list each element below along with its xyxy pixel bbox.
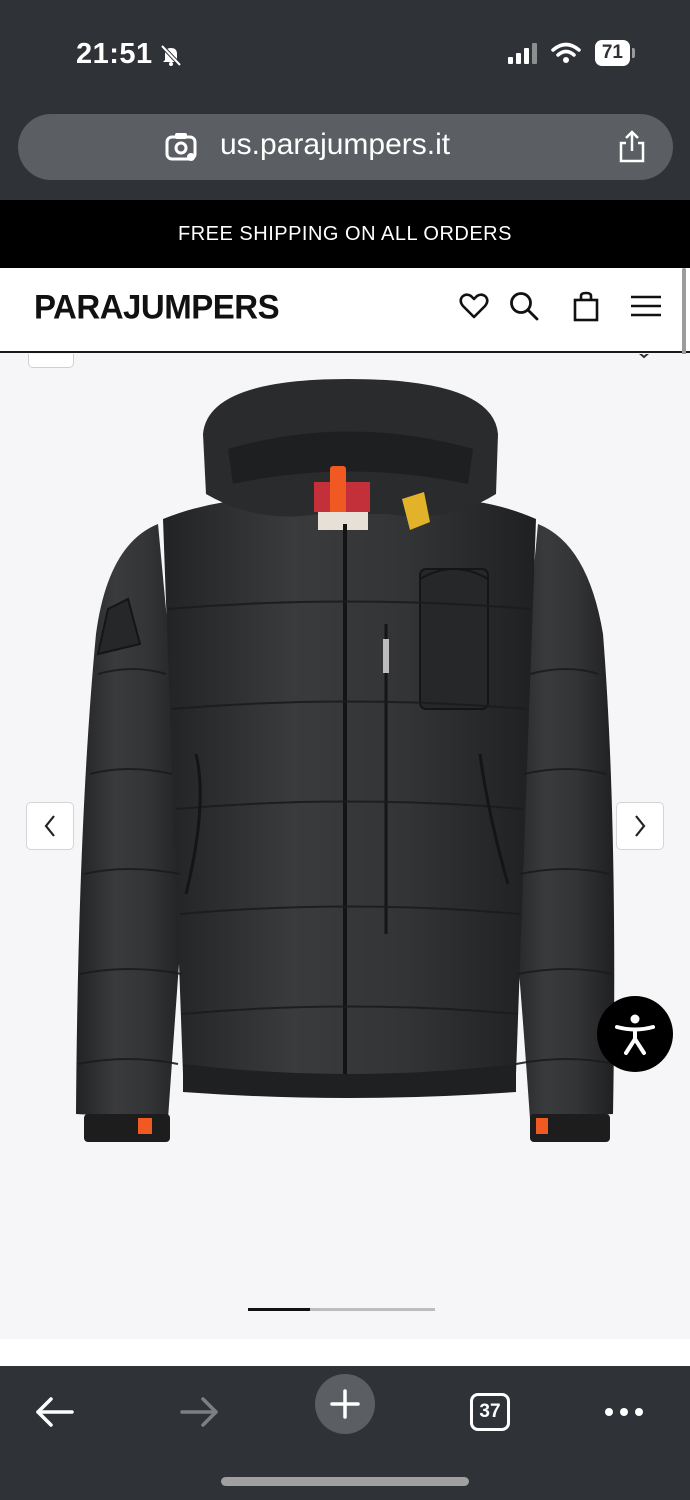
cellular-signal-icon [507, 42, 537, 64]
accessibility-icon [615, 1014, 655, 1055]
tabs-button[interactable]: 37 [460, 1382, 520, 1442]
site-header: PARAJUMPERS [0, 268, 690, 353]
search-icon[interactable] [508, 290, 540, 322]
accessibility-button[interactable] [597, 996, 673, 1072]
status-indicators: 71 [507, 40, 636, 66]
url-text[interactable]: us.parajumpers.it [220, 128, 450, 162]
product-gallery[interactable] [0, 354, 690, 1339]
site-settings-icon[interactable] [164, 130, 198, 164]
status-time: 21:51 [76, 38, 183, 71]
previous-image-button[interactable] [26, 802, 74, 850]
next-image-button[interactable] [616, 802, 664, 850]
arrow-left-icon [36, 1397, 74, 1427]
promo-text: FREE SHIPPING ON ALL ORDERS [178, 222, 512, 245]
content-below-gallery [0, 1339, 690, 1366]
share-icon[interactable] [617, 130, 647, 164]
time-text: 21:51 [76, 38, 153, 70]
menu-icon[interactable] [630, 290, 662, 322]
battery-icon: 71 [594, 40, 636, 66]
back-button[interactable] [24, 1382, 84, 1442]
address-bar[interactable]: us.parajumpers.it [18, 114, 673, 180]
chevron-right-icon [635, 815, 646, 837]
site-logo[interactable]: PARAJUMPERS [34, 287, 280, 327]
home-indicator[interactable] [221, 1477, 469, 1486]
more-dots-icon [605, 1408, 643, 1416]
new-tab-button[interactable] [315, 1374, 375, 1434]
tabs-count: 37 [470, 1393, 510, 1431]
product-image-jacket [76, 379, 615, 1142]
shopping-bag-icon[interactable] [570, 290, 602, 322]
heart-icon[interactable] [458, 290, 490, 322]
gallery-progress [248, 1308, 435, 1311]
promo-banner[interactable]: FREE SHIPPING ON ALL ORDERS [0, 200, 690, 268]
partial-control[interactable] [28, 354, 74, 368]
plus-icon [330, 1389, 360, 1419]
arrow-right-icon [180, 1397, 218, 1427]
wifi-icon [551, 42, 581, 63]
chevron-left-icon [44, 815, 55, 837]
browser-chrome: 21:51 71 us.parajumpers.it [0, 0, 690, 200]
more-menu-button[interactable] [594, 1382, 654, 1442]
forward-button[interactable] [170, 1382, 230, 1442]
gallery-progress-fill [248, 1308, 310, 1311]
bell-muted-icon [160, 44, 182, 66]
chevron-down-icon[interactable] [634, 354, 654, 360]
